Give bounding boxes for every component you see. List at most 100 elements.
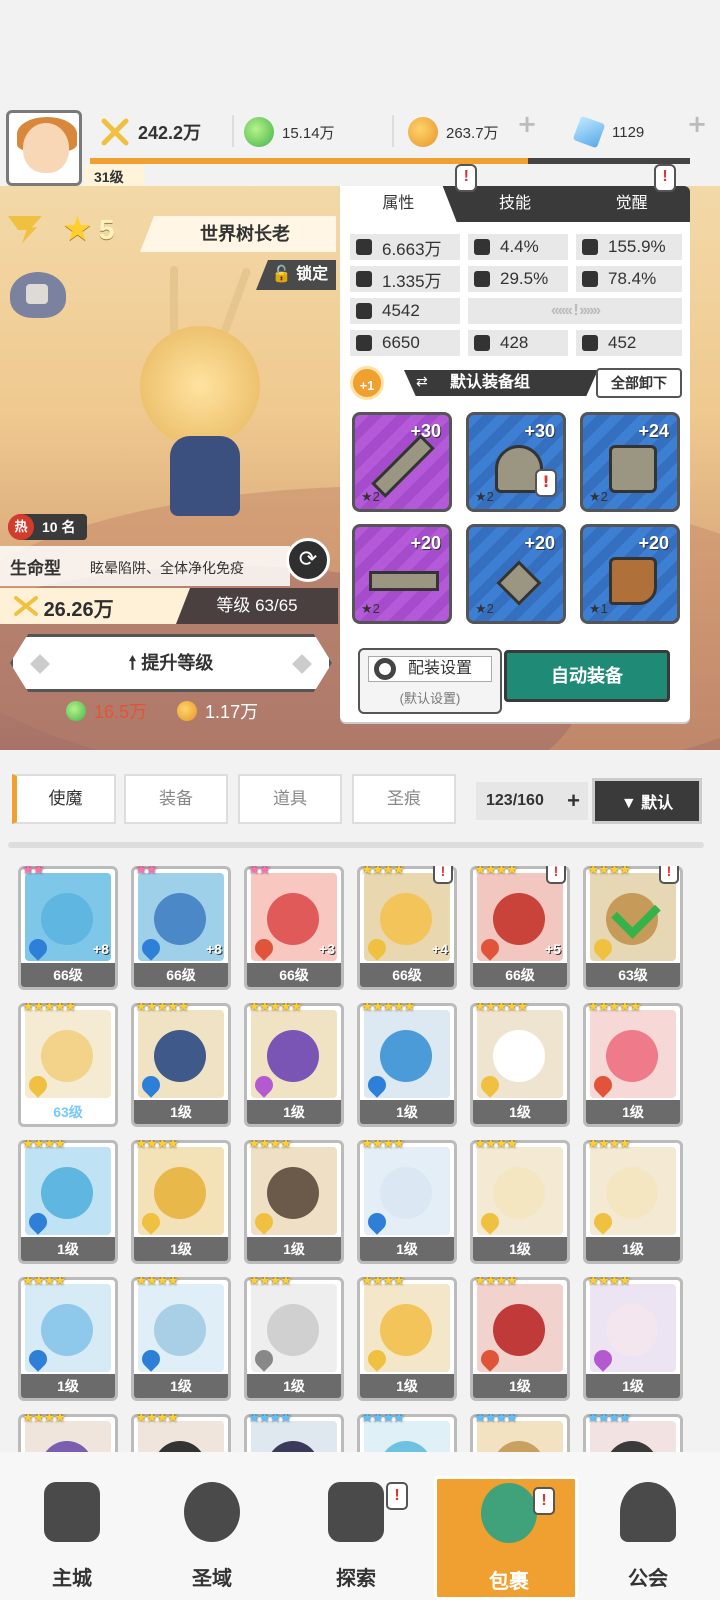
necklace-icon [496, 560, 542, 606]
familiar-level: 1级 [586, 1374, 680, 1398]
unload-all-button[interactable]: 全部卸下 [596, 368, 682, 398]
switch-view-button[interactable]: ⟳ [286, 538, 330, 582]
familiar-card[interactable]: ★★★★ [357, 1414, 457, 1452]
expand-inventory-button[interactable]: + [567, 782, 580, 820]
familiar-head [41, 1304, 93, 1356]
familiar-card[interactable]: 1级 ★★★★ [470, 1277, 570, 1401]
nav-label: 公会 [628, 1568, 668, 1590]
sword-icon [371, 434, 435, 498]
familiar-card[interactable]: 1级 ★★★★★ [131, 1003, 231, 1127]
add-gem-button[interactable]: + [680, 110, 714, 144]
familiar-card[interactable]: ★★★★ [18, 1414, 118, 1452]
tab-awaken[interactable]: 觉醒! [573, 164, 690, 222]
equip-slot-necklace[interactable]: +20 ★2 [466, 524, 566, 624]
nav-main-city[interactable]: 主城 [0, 1452, 144, 1600]
equip-slot-helmet[interactable]: +30 ★2! [466, 412, 566, 512]
stat-crit-value: 4.4% [500, 237, 539, 256]
equip-slot-armor[interactable]: +24 ★2 [580, 412, 680, 512]
hero-skill-desc: 眩晕陷阱、全体净化免疫 [90, 560, 244, 576]
tab-familiars[interactable]: 使魔 [12, 774, 116, 824]
equip-slot-boots[interactable]: +20 ★1 [580, 524, 680, 624]
tab-equipment[interactable]: 装备 [124, 774, 228, 824]
familiar-card[interactable]: 1级 ★★★★★ [470, 1003, 570, 1127]
familiar-card[interactable]: +4 66级 ★★★★! [357, 866, 457, 990]
familiar-card[interactable]: ★★★★ [244, 1414, 344, 1452]
star-rating-icon: ★★★★ [587, 1277, 631, 1289]
nav-guild[interactable]: 公会 [576, 1452, 720, 1600]
familiar-card[interactable]: 1级 ★★★★★ [244, 1003, 344, 1127]
tab-skills[interactable]: 技能! [455, 164, 574, 222]
nav-explore[interactable]: 探索! [284, 1452, 428, 1600]
familiar-card[interactable]: 1级 ★★★★ [18, 1277, 118, 1401]
tab-attributes[interactable]: 属性 [340, 186, 457, 222]
stat-dodge: 78.4% [576, 266, 682, 292]
add-gold-button[interactable]: + [510, 110, 544, 144]
familiar-card[interactable]: 1级 ★★★★ [470, 1140, 570, 1264]
gem-currency[interactable]: 1129 [572, 113, 645, 151]
familiar-card[interactable]: ★★★★ [583, 1414, 683, 1452]
familiar-card[interactable]: ★★★★ [470, 1414, 570, 1452]
tab-stigmata[interactable]: 圣痕 [352, 774, 456, 824]
panel-tabs: 属性 技能! 觉醒! [340, 164, 690, 222]
familiar-card[interactable]: 1级 ★★★★ [583, 1140, 683, 1264]
familiar-card[interactable]: 1级 ★★★★ [583, 1277, 683, 1401]
familiar-card[interactable]: 1级 ★★★★★ [583, 1003, 683, 1127]
familiar-card-frame: 1级 [131, 1140, 231, 1264]
nav-sanctuary[interactable]: 圣域 [140, 1452, 284, 1600]
equip-slot-weapon[interactable]: +30 ★2 [352, 412, 452, 512]
locked-pet-icon[interactable] [10, 272, 66, 318]
familiar-card[interactable]: 1级 ★★★★★ [357, 1003, 457, 1127]
hero-power-value: 26.26万 [43, 599, 114, 621]
equip-slot-belt[interactable]: +20 ★2 [352, 524, 452, 624]
auto-equip-button[interactable]: 自动装备 [504, 650, 670, 702]
familiar-card[interactable]: 1级 ★★★★ [131, 1277, 231, 1401]
nav-label: 探索 [336, 1568, 376, 1590]
diamond-decor-icon [30, 654, 50, 674]
familiar-card[interactable]: +8 66级 ★★ [131, 866, 231, 990]
alert-icon: ! [659, 866, 679, 884]
familiar-card-frame: +8 66级 [131, 866, 231, 990]
familiar-card[interactable]: 1级 ★★★★ [357, 1277, 457, 1401]
nav-inventory[interactable]: 包裹! [434, 1476, 578, 1600]
familiar-card[interactable]: 1级 ★★★★ [244, 1140, 344, 1264]
familiar-card[interactable]: ★★★★ [131, 1414, 231, 1452]
nav-label: 包裹 [489, 1571, 529, 1593]
familiar-card[interactable]: +3 66级 ★★ [244, 866, 344, 990]
lock-label: 锁定 [296, 266, 329, 283]
familiar-level: 1级 [134, 1100, 228, 1124]
hero-level: 等级 63/65 [176, 588, 338, 624]
familiar-card[interactable]: 1级 ★★★★ [18, 1140, 118, 1264]
upgrade-level-button[interactable]: 🠕 提升等级 [10, 634, 332, 692]
familiar-card[interactable]: 63级 ★★★★! [583, 866, 683, 990]
familiar-card[interactable]: 63级 ★★★★★ [18, 1003, 118, 1127]
familiar-head [493, 1304, 545, 1356]
green-currency[interactable]: 15.14万 [244, 113, 335, 151]
equip-group-selector[interactable]: 默认装备组 [404, 370, 598, 396]
tab-items[interactable]: 道具 [238, 774, 342, 824]
equip-level: +24 [638, 421, 669, 441]
familiar-card[interactable]: 1级 ★★★★ [357, 1140, 457, 1264]
familiar-level: 66级 [247, 963, 341, 987]
equip-bonus-badge[interactable]: +1 [350, 366, 384, 400]
star-rating-icon: ★★★★ [248, 1414, 292, 1426]
equip-stars: ★2 [475, 489, 494, 504]
familiar-card[interactable]: +5 66级 ★★★★! [470, 866, 570, 990]
star-rating-icon: ★★ [22, 866, 45, 878]
familiar-head [267, 1167, 319, 1219]
familiar-plus: +3 [319, 941, 335, 957]
familiar-card[interactable]: 1级 ★★★★ [131, 1140, 231, 1264]
wind-icon [8, 216, 42, 244]
star-rating-icon: ★★★★ [474, 866, 518, 878]
player-avatar[interactable] [6, 110, 82, 186]
gold-currency[interactable]: 263.7万 [408, 113, 499, 151]
familiar-head [154, 1030, 206, 1082]
loadout-settings-sub: (默认设置) [399, 691, 461, 706]
sort-dropdown[interactable]: ▼ 默认 [592, 778, 702, 824]
locked-stat-bar: ‹‹‹‹‹‹ ! ›››››› [468, 298, 682, 324]
shield-icon [356, 303, 372, 319]
loadout-settings-button[interactable]: 配装设置 (默认设置) [358, 648, 502, 714]
star-rating-icon: ★★★★ [361, 1140, 405, 1152]
familiar-card[interactable]: 1级 ★★★★ [244, 1277, 344, 1401]
familiar-card[interactable]: +8 66级 ★★ [18, 866, 118, 990]
gem-value: 1129 [612, 123, 645, 141]
